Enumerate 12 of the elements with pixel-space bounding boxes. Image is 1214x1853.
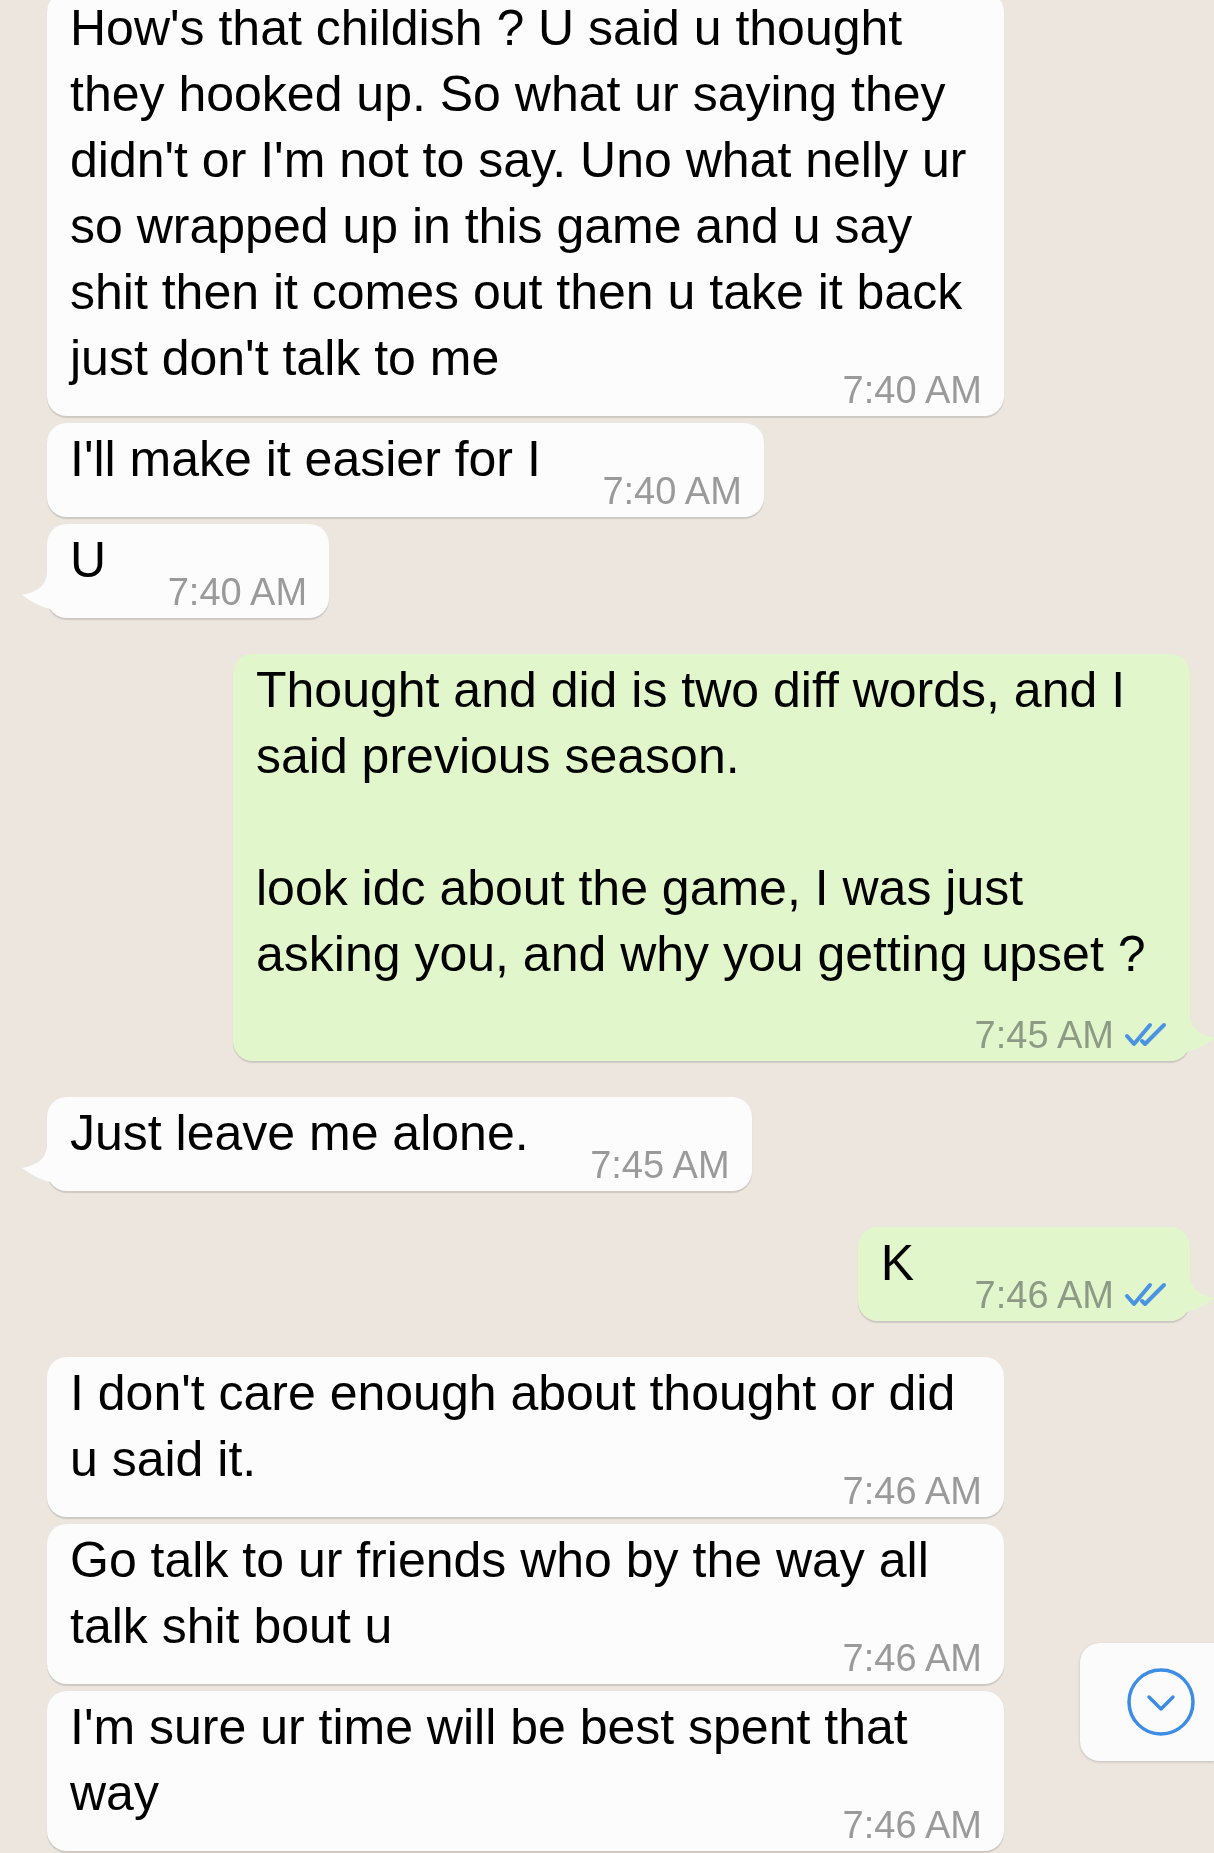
message-text: I'll make it easier for I <box>70 431 541 487</box>
message-time: 7:40 AM <box>167 577 308 607</box>
message-time: 7:45 AM <box>590 1150 730 1180</box>
message-text: Thought and did is two diff words, and I said previous season. look idc about the game, I was just asking you, and why you getting upset ? <box>256 662 1146 982</box>
message-time: 7:40 AM <box>602 476 742 506</box>
message-time: 7:46 AM <box>974 1280 1114 1310</box>
message-text: U <box>70 532 107 588</box>
message-text: Just leave me alone. <box>70 1105 529 1161</box>
message-time: 7:45 AM <box>974 1020 1114 1050</box>
scroll-down-button[interactable] <box>1080 1643 1214 1761</box>
chevron-down-icon <box>1127 1668 1195 1736</box>
message-text: K <box>880 1235 914 1291</box>
